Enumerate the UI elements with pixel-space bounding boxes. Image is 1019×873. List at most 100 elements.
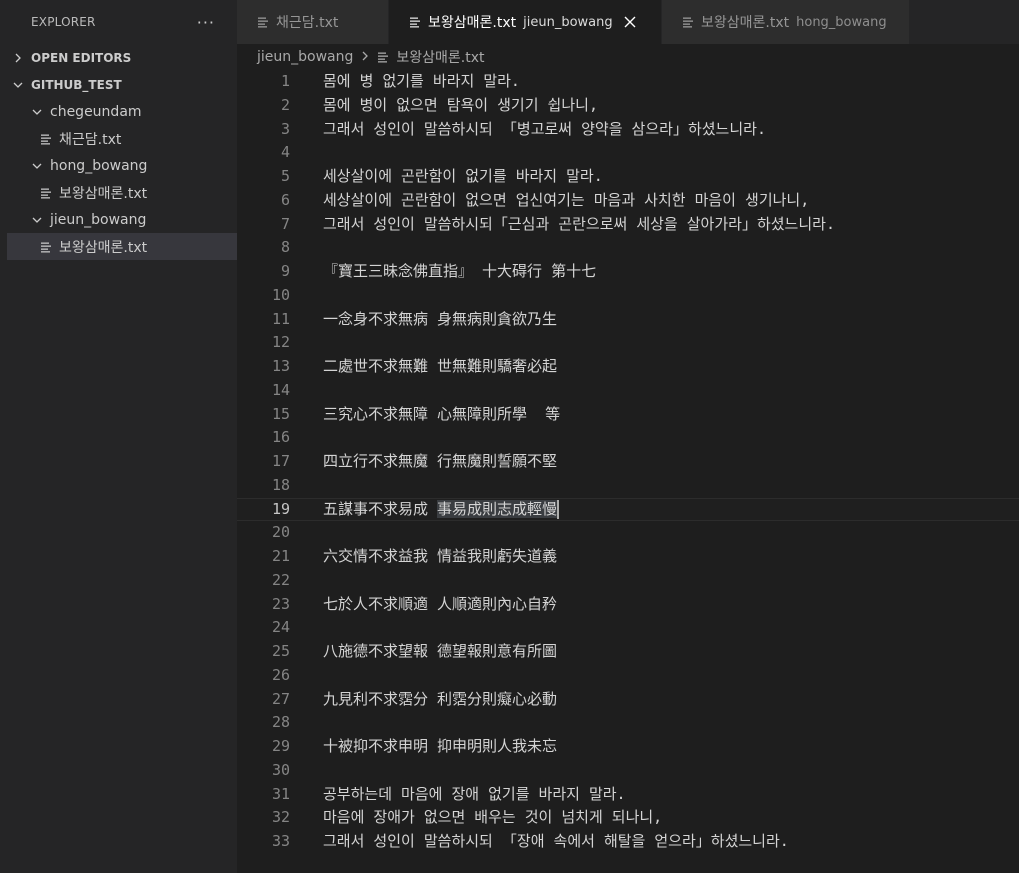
editor-line[interactable]: 3 그래서 성인이 말씀하시되 「병고로써 양약을 삼으라」하셨느니라. xyxy=(237,118,1019,142)
line-text: 八施德不求望報 德望報則意有所圖 xyxy=(323,642,558,660)
file-label: 보왕삼매론.txt xyxy=(59,185,148,202)
line-text: 六交情不求益我 情益我則虧失道義 xyxy=(323,547,558,565)
line-text: 마음에 장애가 없으면 배우는 것이 넘치게 되나니, xyxy=(323,808,663,827)
editor-line[interactable]: 16 xyxy=(237,426,1019,450)
line-number: 24 xyxy=(271,618,290,637)
editor-line[interactable]: 4 xyxy=(237,141,1019,165)
editor-line[interactable]: 1 몸에 병 없기를 바라지 말라. xyxy=(237,70,1019,94)
line-text: 그래서 성인이 말씀하시되 「병고로써 양약을 삼으라」하셨느니라. xyxy=(323,119,766,138)
line-number: 32 xyxy=(271,808,290,827)
editor-line[interactable]: 31 공부하는데 마음에 장애 없기를 바라지 말라. xyxy=(237,783,1019,807)
editor-line[interactable]: 15 三究心不求無障 心無障則所學 等 xyxy=(237,403,1019,427)
line-number: 21 xyxy=(271,547,290,565)
editor-line[interactable]: 7 그래서 성인이 말씀하시되「근심과 곤란으로써 세상을 살아가라」하셨느니라. xyxy=(237,213,1019,237)
line-number: 18 xyxy=(271,475,290,494)
tree-folder-jieun-bowang[interactable]: jieun_bowang xyxy=(0,206,237,233)
workspace-section[interactable]: GITHUB_TEST xyxy=(0,71,237,98)
line-number: 16 xyxy=(271,428,290,447)
line-number: 26 xyxy=(271,665,290,684)
editor-line[interactable]: 9 『寶王三昧念佛直指』 十大碍行 第十七 xyxy=(237,260,1019,284)
line-text: 세상살이에 곤란함이 없기를 바라지 말라. xyxy=(323,167,603,185)
close-icon[interactable] xyxy=(623,15,637,29)
line-number: 20 xyxy=(271,523,290,542)
editor-line[interactable]: 27 九見利不求霑分 利霑分則癡心必動 xyxy=(237,688,1019,712)
line-number: 13 xyxy=(271,357,290,375)
breadcrumb-file[interactable]: 보왕삼매론.txt xyxy=(377,47,485,67)
line-text: 五謀事不求易成 事易成則志成輕慢 xyxy=(323,499,560,519)
code-editor[interactable]: 1 몸에 병 없기를 바라지 말라. 2 몸에 병이 없으면 탐욕이 생기기 쉽나니,… xyxy=(237,70,1019,873)
line-text: 그래서 성인이 말씀하시되 「장애 속에서 해탈을 얻으라」하셨느니라. xyxy=(323,832,789,850)
tab-label: 보왕삼매론.txt xyxy=(428,15,517,31)
editor-line[interactable]: 17 四立行不求無魔 行無魔則誓願不堅 xyxy=(237,450,1019,474)
line-number: 4 xyxy=(280,143,290,162)
line-number: 23 xyxy=(271,594,290,613)
line-number: 8 xyxy=(280,238,290,257)
line-text: 七於人不求順適 人順適則內心自矜 xyxy=(323,594,558,613)
tree-file-jieun-bowang[interactable]: 보왕삼매론.txt xyxy=(7,233,237,260)
editor-line[interactable]: 19 五謀事不求易成 事易成則志成輕慢 xyxy=(237,497,1019,522)
vscode-window: EXPLORER ··· OPEN EDITORS GITHUB_TEST ch… xyxy=(0,0,1019,873)
more-actions-icon[interactable]: ··· xyxy=(197,13,215,32)
tree-file-chegeundam[interactable]: 채근담.txt xyxy=(0,125,237,152)
file-label: 보왕삼매론.txt xyxy=(59,239,148,256)
line-text: 그래서 성인이 말씀하시되「근심과 곤란으로써 세상을 살아가라」하셨느니라. xyxy=(323,214,835,233)
editor-line[interactable]: 20 xyxy=(237,521,1019,545)
line-number: 7 xyxy=(280,214,290,233)
tab-label: 보왕삼매론.txt xyxy=(701,15,790,31)
line-text: 몸에 병 없기를 바라지 말라. xyxy=(323,72,520,90)
tree-file-hong-bowang[interactable]: 보왕삼매론.txt xyxy=(0,179,237,206)
editor-line[interactable]: 32 마음에 장애가 없으면 배우는 것이 넘치게 되나니, xyxy=(237,806,1019,830)
line-text: 一念身不求無病 身無病則貪欲乃生 xyxy=(323,309,558,328)
editor-line[interactable]: 8 xyxy=(237,236,1019,260)
line-number: 14 xyxy=(271,380,290,399)
tab-jieun-bowang[interactable]: 보왕삼매론.txt jieun_bowang xyxy=(389,0,662,44)
tab-hong-bowang[interactable]: 보왕삼매론.txt hong_bowang xyxy=(662,0,910,44)
text-file-icon xyxy=(40,133,52,145)
editor-line[interactable]: 13 二處世不求無難 世無難則驕奢必起 xyxy=(237,355,1019,379)
breadcrumb-folder[interactable]: jieun_bowang xyxy=(257,49,353,65)
line-number: 30 xyxy=(271,760,290,779)
line-text: 몸에 병이 없으면 탐욕이 생기기 쉽나니, xyxy=(323,95,598,114)
line-text: 三究心不求無障 心無障則所學 等 xyxy=(323,404,561,423)
editor-line[interactable]: 6 세상살이에 곤란함이 없으면 업신여기는 마음과 사치한 마음이 생기나니, xyxy=(237,189,1019,213)
editor-line[interactable]: 22 xyxy=(237,569,1019,593)
line-text: 九見利不求霑分 利霑分則癡心必動 xyxy=(323,689,558,708)
folder-label: hong_bowang xyxy=(50,157,148,174)
tab-description: jieun_bowang xyxy=(523,14,613,30)
editor-line[interactable]: 12 xyxy=(237,331,1019,355)
editor-line[interactable]: 28 xyxy=(237,711,1019,735)
line-number: 11 xyxy=(271,309,290,328)
line-number: 5 xyxy=(280,167,290,185)
line-number: 2 xyxy=(280,95,290,114)
editor-line[interactable]: 23 七於人不求順適 人順適則內心自矜 xyxy=(237,593,1019,617)
editor-line[interactable]: 5 세상살이에 곤란함이 없기를 바라지 말라. xyxy=(237,165,1019,189)
editor-line[interactable]: 18 xyxy=(237,474,1019,498)
chevron-down-icon xyxy=(31,106,43,118)
editor-line[interactable]: 30 xyxy=(237,759,1019,783)
editor-line[interactable]: 25 八施德不求望報 德望報則意有所圖 xyxy=(237,640,1019,664)
explorer-title: EXPLORER xyxy=(31,15,96,29)
tab-chegeundam[interactable]: 채근담.txt xyxy=(237,0,389,44)
editor-line[interactable]: 21 六交情不求益我 情益我則虧失道義 xyxy=(237,545,1019,569)
line-number: 10 xyxy=(271,285,290,304)
editor-line[interactable]: 2 몸에 병이 없으면 탐욕이 생기기 쉽나니, xyxy=(237,94,1019,118)
text-file-icon xyxy=(682,16,694,28)
tree-folder-chegeundam[interactable]: chegeundam xyxy=(0,98,237,125)
line-number: 19 xyxy=(271,499,290,518)
line-text: 四立行不求無魔 行無魔則誓願不堅 xyxy=(323,452,558,470)
line-number: 31 xyxy=(271,784,290,803)
selected-text: 事易成則志成輕慢 xyxy=(437,499,558,518)
editor-tabs: 채근담.txt 보왕삼매론.txt jieun_bowang 보왕삼매론.txt… xyxy=(237,0,1019,44)
editor-line[interactable]: 29 十被抑不求申明 抑申明則人我未忘 xyxy=(237,735,1019,759)
editor-line[interactable]: 26 xyxy=(237,664,1019,688)
editor-line[interactable]: 24 xyxy=(237,616,1019,640)
text-file-icon xyxy=(40,187,52,199)
open-editors-section[interactable]: OPEN EDITORS xyxy=(0,44,237,71)
tree-folder-hong-bowang[interactable]: hong_bowang xyxy=(0,152,237,179)
editor-line[interactable]: 11 一念身不求無病 身無病則貪欲乃生 xyxy=(237,308,1019,332)
editor-line[interactable]: 10 xyxy=(237,284,1019,308)
chevron-down-icon xyxy=(12,79,24,91)
breadcrumb: jieun_bowang 보왕삼매론.txt xyxy=(257,44,485,70)
editor-line[interactable]: 33 그래서 성인이 말씀하시되 「장애 속에서 해탈을 얻으라」하셨느니라. xyxy=(237,830,1019,854)
editor-line[interactable]: 14 xyxy=(237,379,1019,403)
